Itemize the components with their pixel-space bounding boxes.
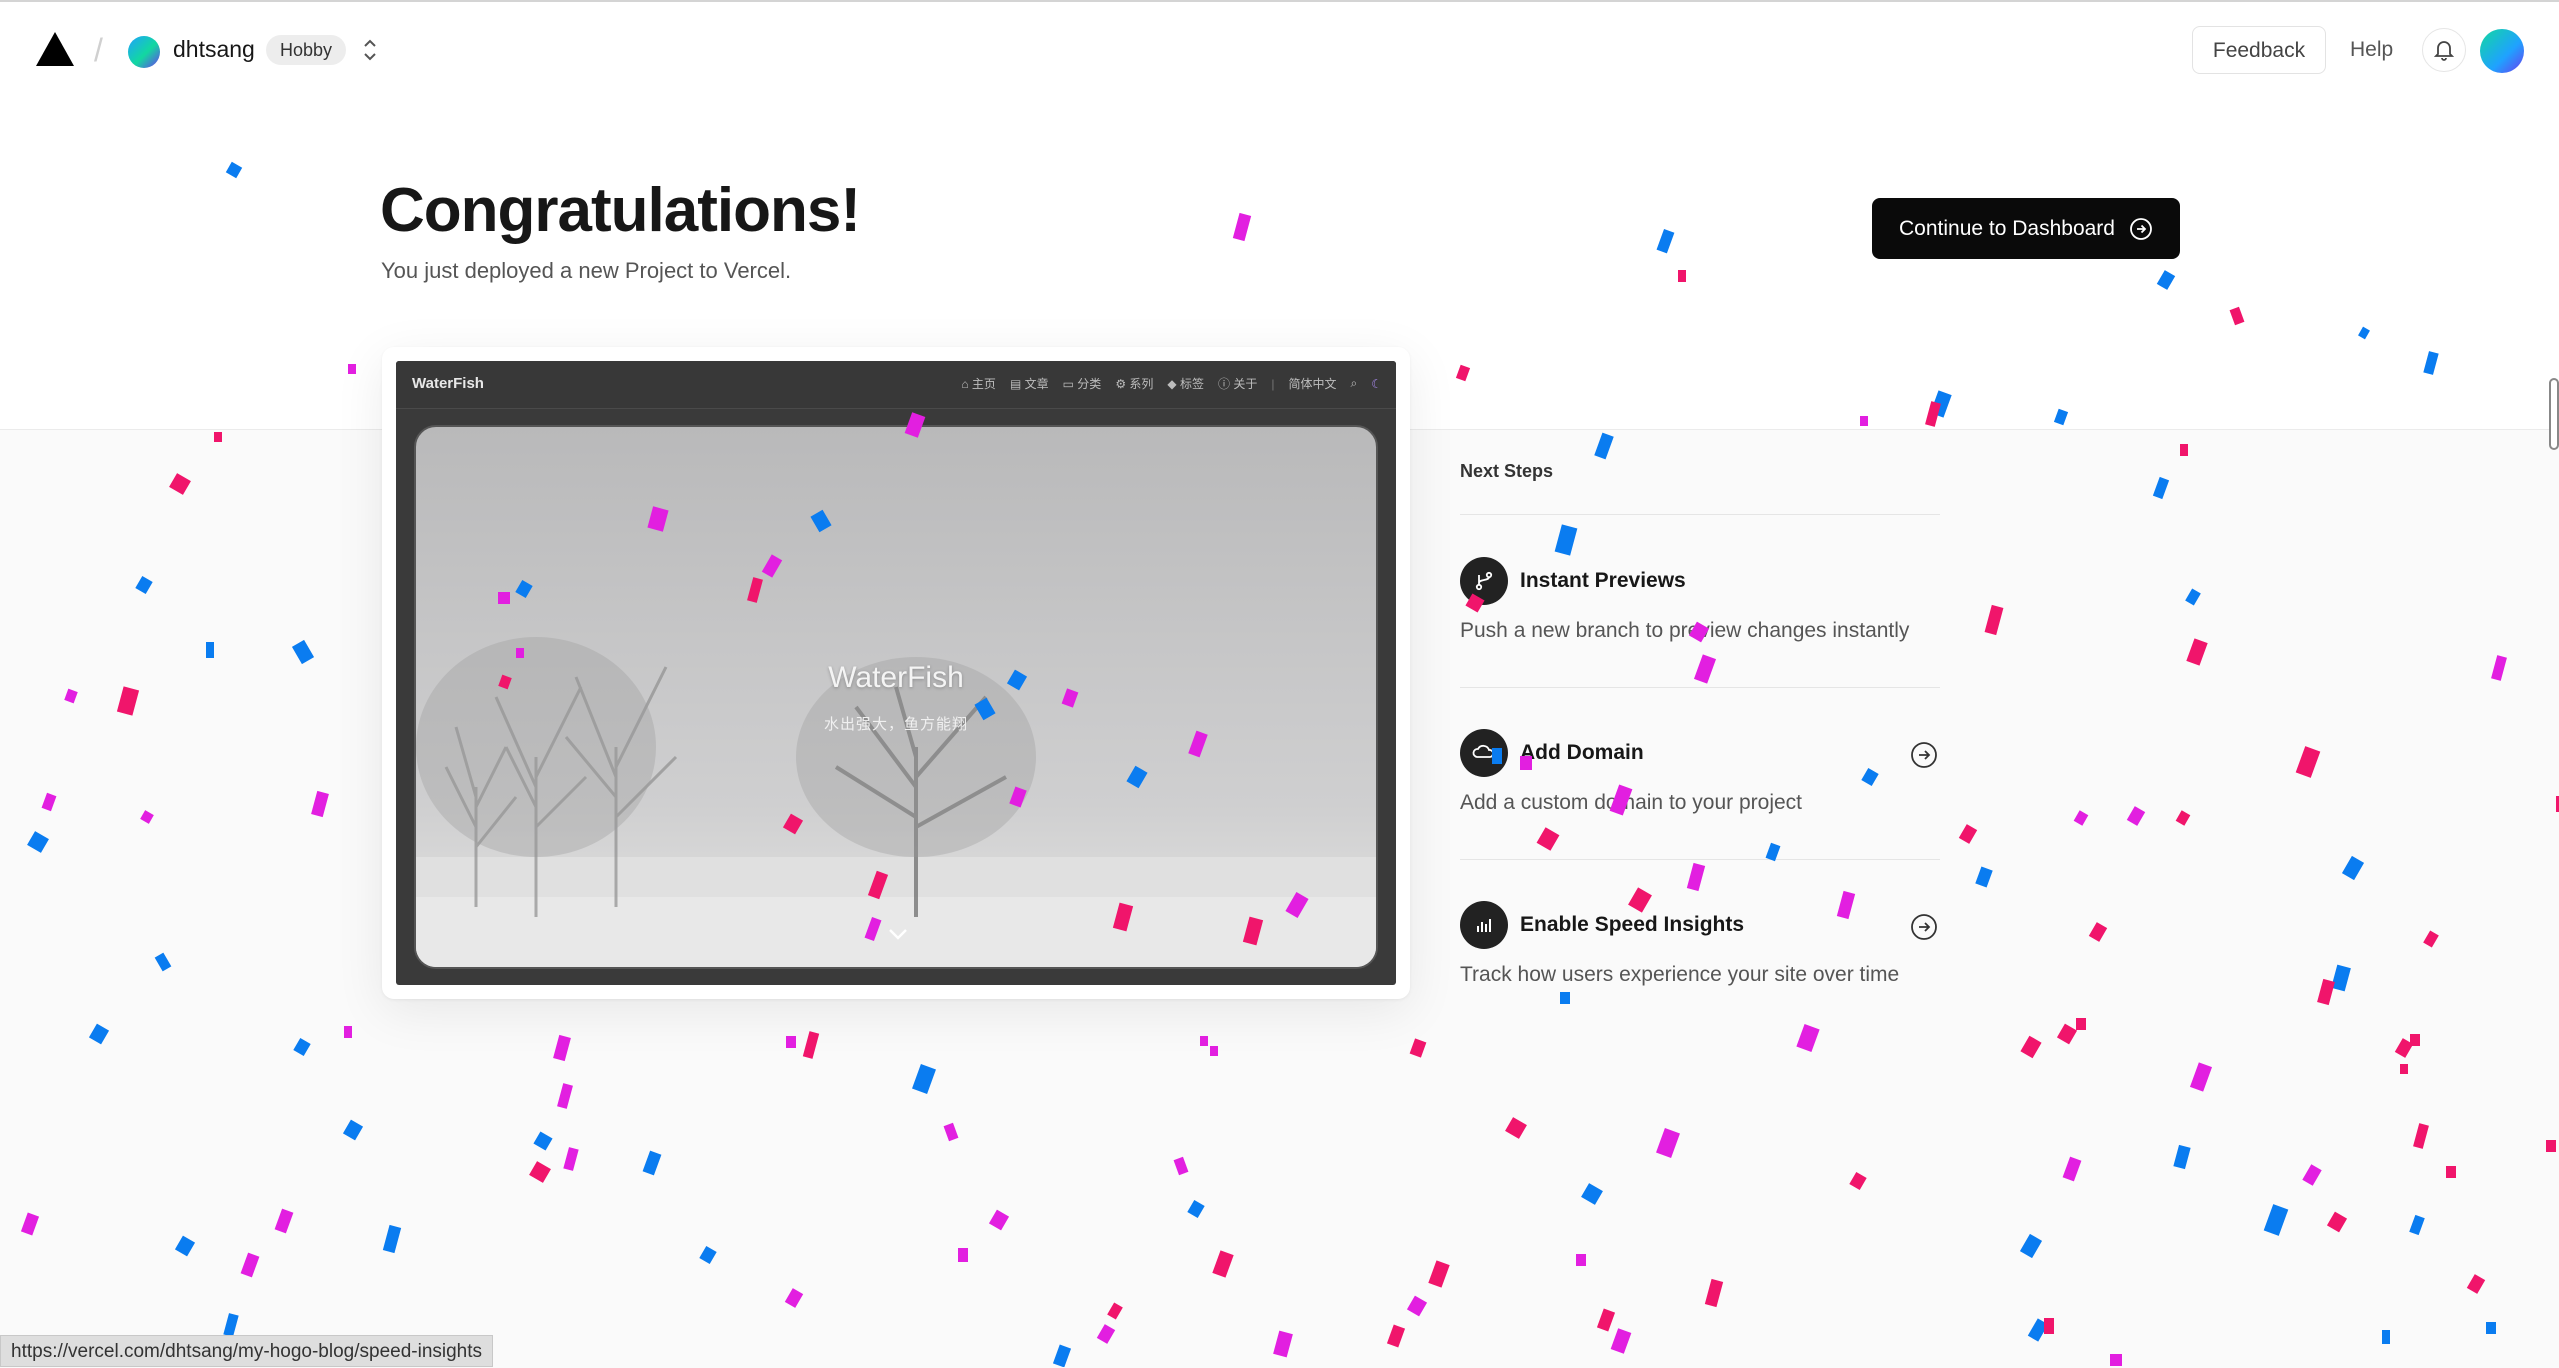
step-title: Enable Speed Insights <box>1520 913 1745 936</box>
step-description: Push a new branch to preview changes ins… <box>1460 619 1910 642</box>
divider <box>1460 687 1940 688</box>
step-title: Add Domain <box>1520 741 1644 764</box>
site-brand: WaterFish <box>412 375 484 392</box>
divider <box>1460 514 1940 515</box>
globe-icon <box>1460 729 1508 777</box>
page-subtitle: You just deployed a new Project to Verce… <box>381 258 792 283</box>
step-title: Instant Previews <box>1520 569 1686 592</box>
help-link[interactable]: Help <box>2350 38 2393 62</box>
plan-badge: Hobby <box>266 35 347 65</box>
site-hero-banner: WaterFish 水出强大，鱼方能翔 <box>414 425 1378 969</box>
site-menu-item: ▤ 文章 <box>1009 377 1049 391</box>
divider <box>1460 859 1940 860</box>
arrow-right-circle-icon[interactable] <box>1910 741 1938 769</box>
notifications-bell-icon[interactable] <box>2422 28 2466 72</box>
team-name[interactable]: dhtsang <box>173 36 255 63</box>
step-enable-speed-insights[interactable]: Enable Speed Insights Track how users ex… <box>1460 901 1940 1021</box>
page-title: Congratulations! <box>380 176 861 245</box>
continue-to-dashboard-button[interactable]: Continue to Dashboard <box>1872 198 2180 259</box>
deployment-screenshot: WaterFish ⌂ 主页 ▤ 文章 ▭ 分类 ⚙ 系列 ◆ 标签 ⓘ 关于 … <box>396 361 1396 985</box>
feedback-button[interactable]: Feedback <box>2192 26 2326 74</box>
site-menu-item: ⓘ 关于 <box>1218 377 1258 391</box>
site-menu-item: ▭ 分类 <box>1062 377 1102 391</box>
team-switcher-chevrons-icon[interactable] <box>360 36 380 64</box>
site-menu-item: ◆ 标签 <box>1167 377 1204 391</box>
next-steps-heading: Next Steps <box>1460 461 1554 481</box>
arrow-right-circle-icon <box>2130 217 2152 240</box>
foggy-trees-image <box>416 637 1376 967</box>
site-menu: ⌂ 主页 ▤ 文章 ▭ 分类 ⚙ 系列 ◆ 标签 ⓘ 关于 | 简体中文 ⌕ ☾ <box>961 375 1382 392</box>
team-avatar[interactable] <box>128 36 160 68</box>
site-menu-item: ⌂ 主页 <box>961 377 996 391</box>
step-instant-previews[interactable]: Instant Previews Push a new branch to pr… <box>1460 557 1940 677</box>
site-hero-title: WaterFish <box>828 661 964 694</box>
vercel-logo-icon[interactable] <box>36 32 74 66</box>
bar-chart-icon <box>1460 901 1508 949</box>
step-add-domain[interactable]: Add Domain Add a custom domain to your p… <box>1460 729 1940 849</box>
user-avatar[interactable] <box>2480 29 2524 73</box>
git-branch-icon <box>1460 557 1508 605</box>
site-language: 简体中文 <box>1288 377 1337 391</box>
step-description: Track how users experience your site ove… <box>1460 963 1900 986</box>
breadcrumb-separator: / <box>94 32 103 68</box>
deployment-preview-card[interactable]: WaterFish ⌂ 主页 ▤ 文章 ▭ 分类 ⚙ 系列 ◆ 标签 ⓘ 关于 … <box>382 347 1410 999</box>
site-theme-icon: ☾ <box>1371 376 1382 391</box>
step-description: Add a custom domain to your project <box>1460 791 1803 814</box>
site-hero-subtitle: 水出强大，鱼方能翔 <box>823 716 968 733</box>
site-menu-item: ⚙ 系列 <box>1115 377 1154 391</box>
arrow-right-circle-icon[interactable] <box>1910 913 1938 941</box>
site-search-icon: ⌕ <box>1350 376 1358 390</box>
top-navigation: / dhtsang Hobby Feedback Help <box>0 2 2559 98</box>
site-menu-separator: | <box>1271 376 1275 391</box>
link-preview-status-bar: https://vercel.com/dhtsang/my-hogo-blog/… <box>0 1335 494 1367</box>
continue-button-label: Continue to Dashboard <box>1899 216 2115 240</box>
chevron-down-icon <box>889 929 907 940</box>
scrollbar-thumb[interactable] <box>2549 378 2559 450</box>
site-navbar: WaterFish ⌂ 主页 ▤ 文章 ▭ 分类 ⚙ 系列 ◆ 标签 ⓘ 关于 … <box>396 361 1396 409</box>
